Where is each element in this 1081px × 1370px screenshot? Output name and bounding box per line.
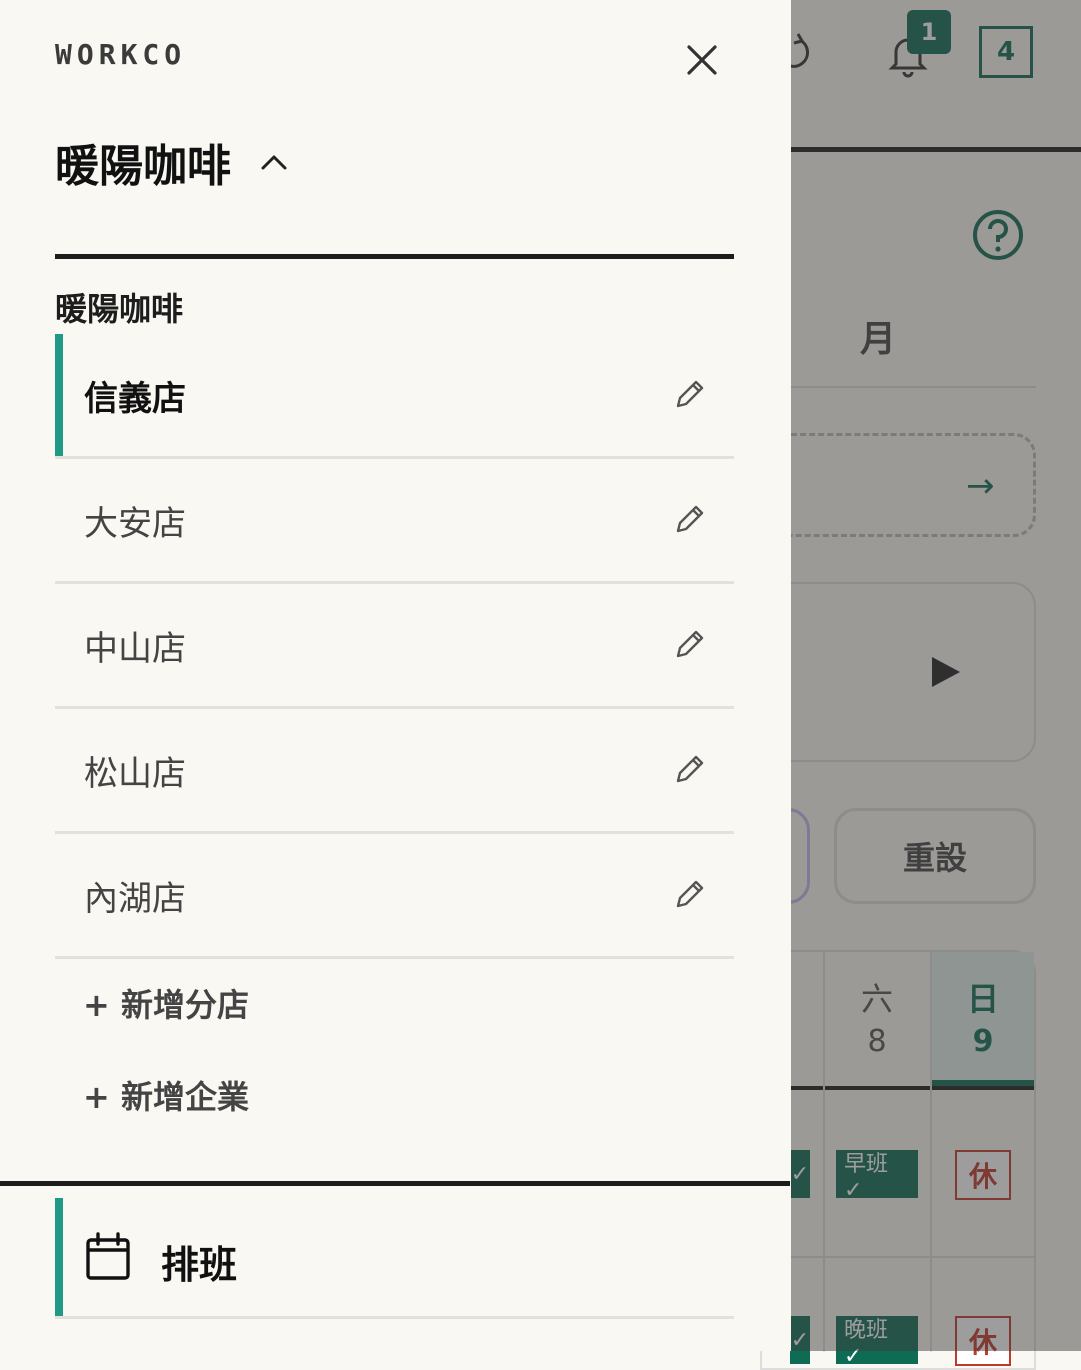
branch-name: 松山店	[84, 753, 186, 794]
company-label: 暖陽咖啡	[55, 290, 184, 328]
branch-item[interactable]: 中山店	[55, 584, 734, 709]
edit-pencil-icon[interactable]	[672, 876, 708, 912]
branch-name: 內湖店	[84, 878, 186, 919]
branch-item[interactable]: 內湖店	[55, 834, 734, 959]
drawer-divider	[55, 254, 734, 259]
nav-item-schedule[interactable]: 排班	[55, 1198, 734, 1316]
org-title: 暖陽咖啡	[55, 141, 231, 192]
branch-item[interactable]: 信義店	[55, 334, 734, 459]
org-switcher[interactable]: 暖陽咖啡	[55, 130, 289, 194]
nav-divider	[55, 1316, 734, 1319]
edit-pencil-icon[interactable]	[672, 751, 708, 787]
calendar-icon	[86, 1232, 130, 1280]
add-branch-link[interactable]: + 新增分店	[83, 980, 249, 1026]
navigation-drawer: WORKCO 暖陽咖啡 暖陽咖啡 信義店 大安店 中山店 松山店 內湖店 + 新增分店 …	[0, 0, 791, 1351]
add-company-link[interactable]: + 新增企業	[83, 1072, 249, 1118]
branch-item[interactable]: 松山店	[55, 709, 734, 834]
chevron-up-icon	[261, 155, 287, 170]
branch-list: 信義店大安店中山店松山店內湖店	[55, 334, 734, 959]
branch-name: 大安店	[84, 503, 186, 544]
edit-pencil-icon[interactable]	[672, 626, 708, 662]
close-icon[interactable]	[680, 38, 724, 82]
nav-item-label: 排班	[161, 1243, 238, 1287]
brand-logo: WORKCO	[55, 38, 187, 71]
branch-name: 信義店	[84, 378, 186, 419]
branch-item[interactable]: 大安店	[55, 459, 734, 584]
edit-pencil-icon[interactable]	[672, 376, 708, 412]
edit-pencil-icon[interactable]	[672, 501, 708, 537]
drawer-divider	[0, 1181, 790, 1186]
branch-name: 中山店	[84, 628, 186, 669]
